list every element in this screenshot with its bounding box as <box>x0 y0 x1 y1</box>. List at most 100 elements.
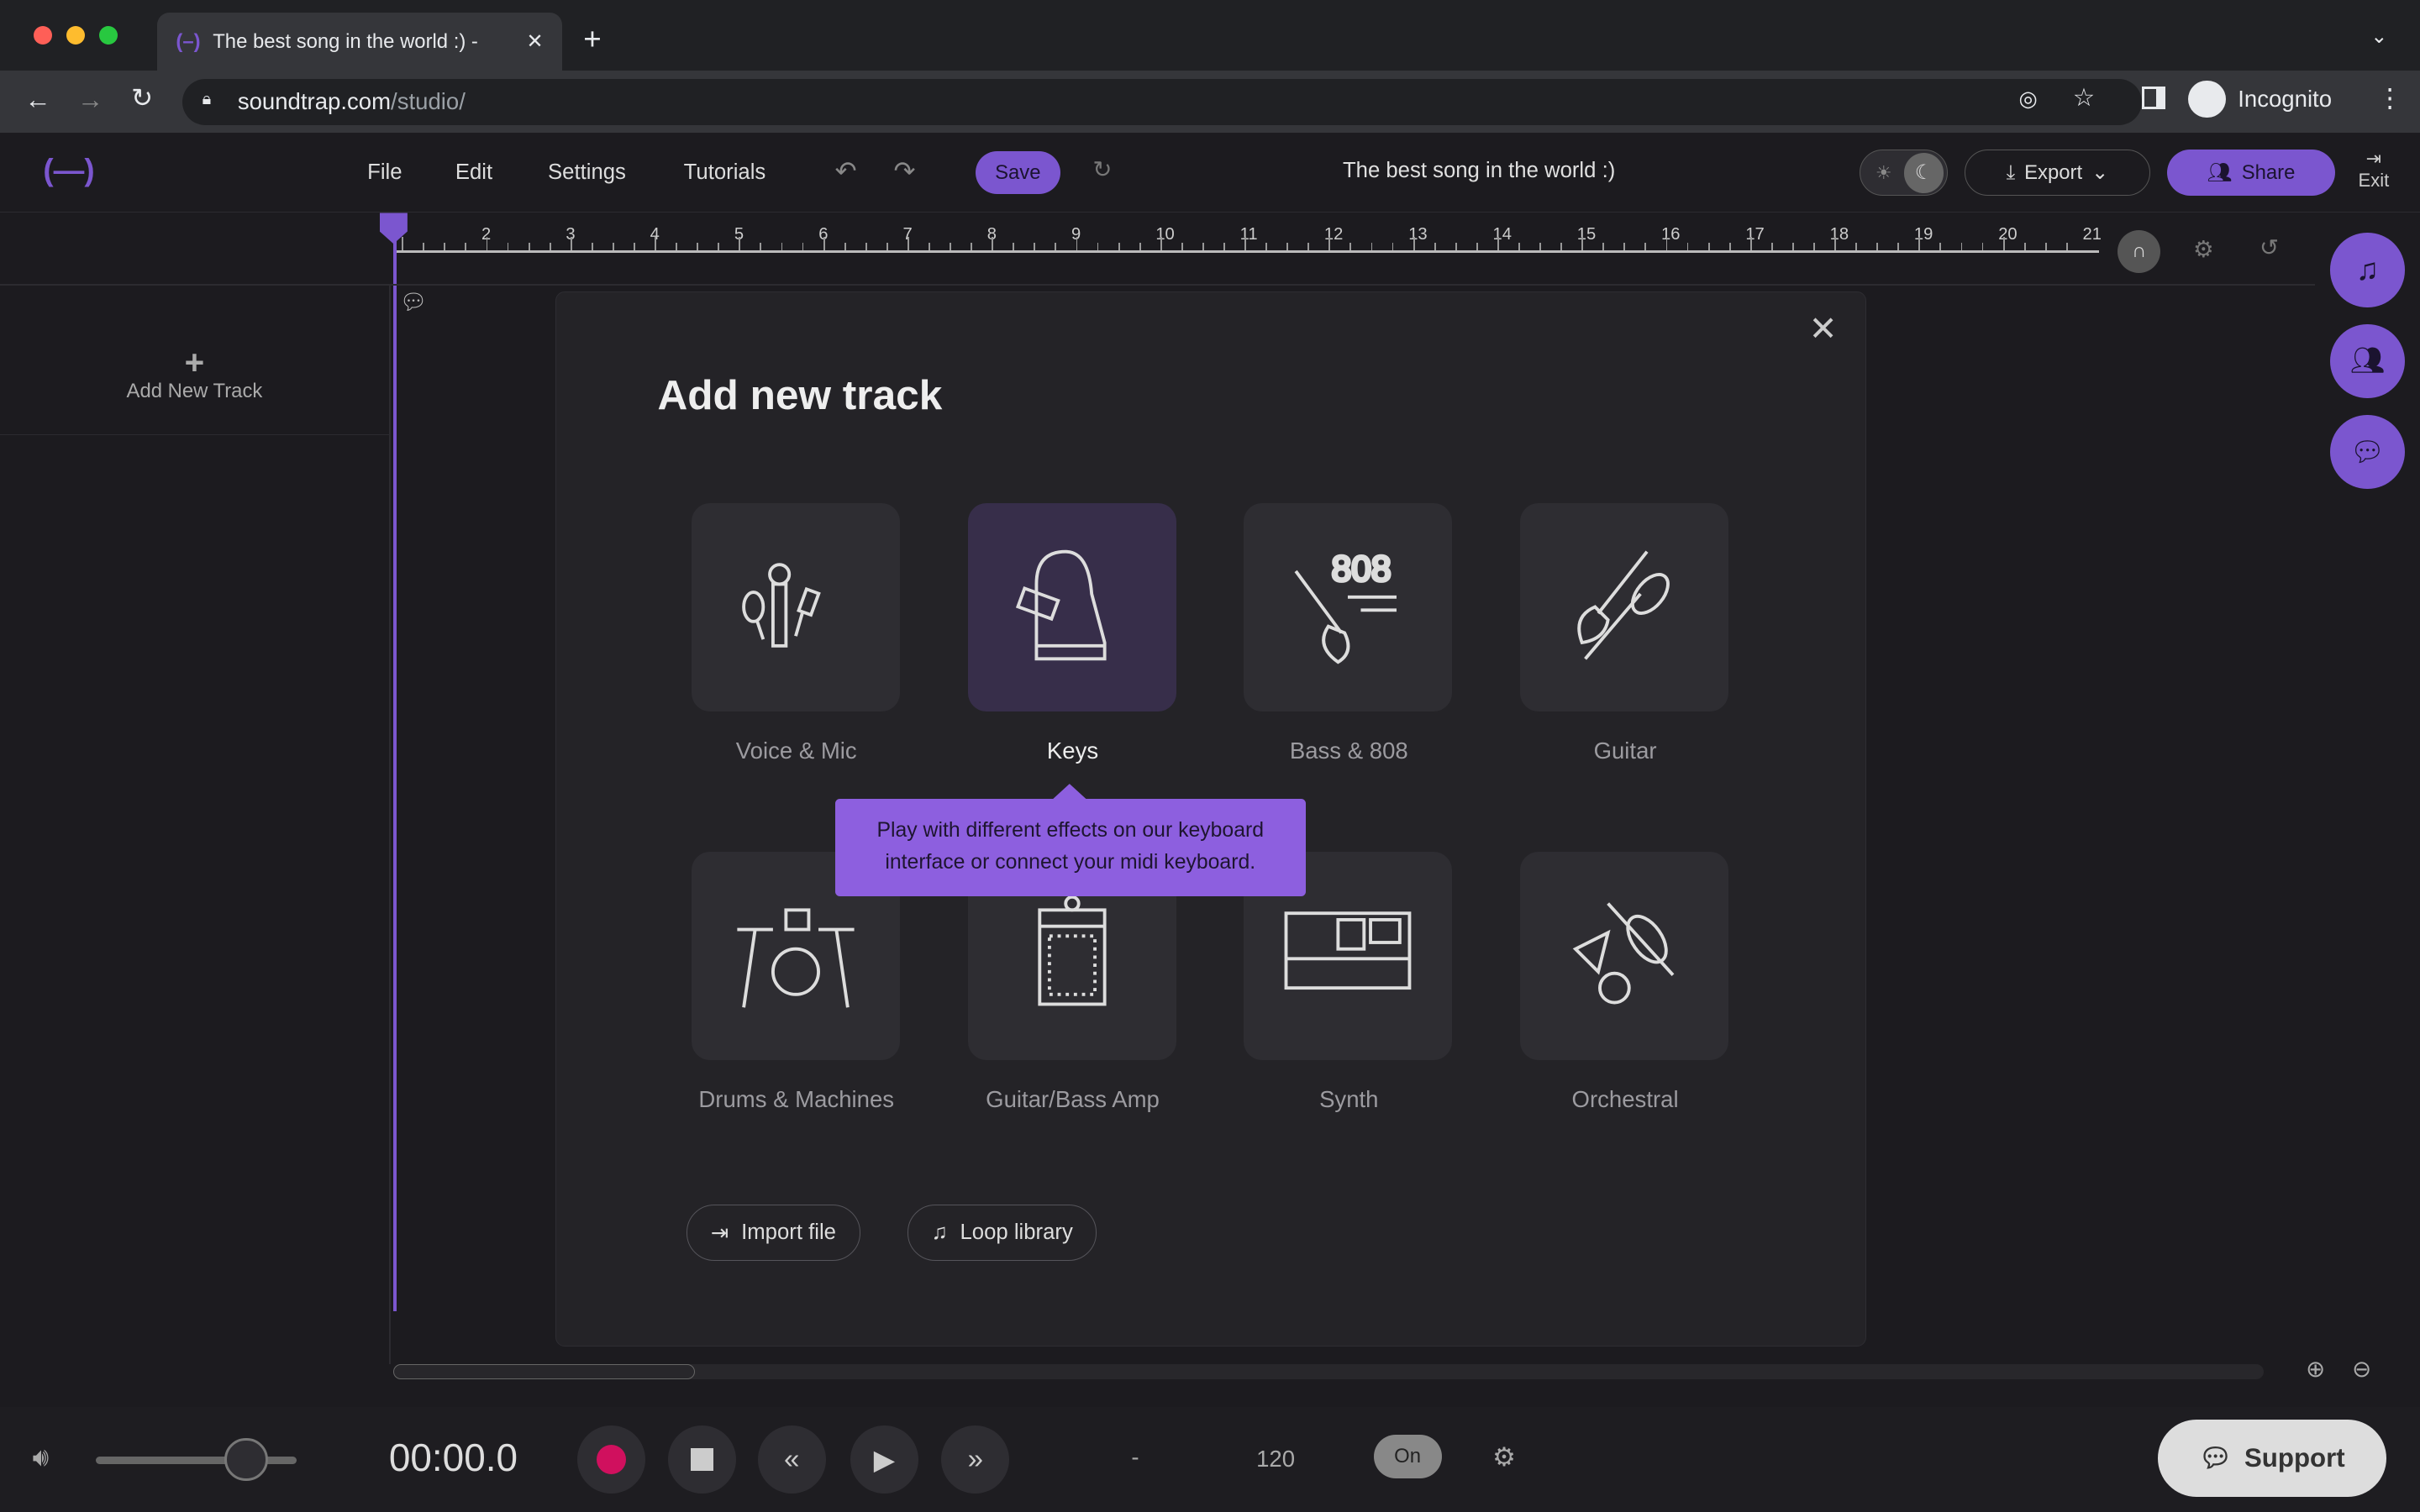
back-icon[interactable]: ← <box>24 85 50 115</box>
zoom-out-icon[interactable]: ⊖ <box>2352 1356 2371 1383</box>
browser-tab[interactable]: (–) The best song in the world :) - ✕ <box>157 12 562 71</box>
ruler-tick <box>1392 243 1394 251</box>
export-button[interactable]: ⤓ Export ⌄ <box>1965 150 2150 197</box>
piano-icon <box>1015 550 1107 661</box>
window-controls[interactable] <box>34 26 118 45</box>
horizontal-scrollbar[interactable] <box>393 1363 2265 1380</box>
eye-off-icon[interactable]: ◎ <box>2018 87 2037 112</box>
scrollbar-thumb[interactable] <box>393 1363 695 1380</box>
ruler-tick <box>634 243 635 251</box>
track-type-card[interactable] <box>691 502 900 711</box>
play-icon: ▶ <box>873 1444 896 1476</box>
zoom-in-icon[interactable]: ⊕ <box>2306 1356 2325 1383</box>
ruler-tick <box>1202 243 1204 251</box>
tab-search-chevron-icon[interactable]: ⌄ <box>2370 24 2387 49</box>
ruler-tick <box>2023 243 2026 251</box>
collaborators-button[interactable]: 👥︎ <box>2330 323 2405 398</box>
close-dialog-icon[interactable]: ✕ <box>1809 308 1838 349</box>
menu-settings[interactable]: Settings <box>548 160 626 185</box>
loop-icon[interactable]: ↺ <box>2260 234 2279 261</box>
exit-button[interactable]: ⇥ Exit <box>2359 148 2390 192</box>
transport-settings-icon[interactable]: ⚙ <box>1492 1442 1516 1473</box>
soundtrap-logo[interactable]: (—) <box>43 153 94 188</box>
track-type-label[interactable]: Drums & Machines <box>657 1086 935 1113</box>
incognito-profile[interactable]: Incognito <box>2188 80 2332 118</box>
metronome-toggle[interactable]: On <box>1373 1435 1442 1478</box>
ruler-bar-number: 10 <box>1155 225 1175 244</box>
ruler-tick <box>1034 243 1036 251</box>
track-type-card[interactable] <box>1520 502 1729 711</box>
tab-title: The best song in the world :) - <box>213 29 478 53</box>
forward-icon[interactable]: → <box>77 85 103 115</box>
add-new-track-button[interactable]: + Add New Track <box>0 327 389 435</box>
track-type-card[interactable] <box>1520 851 1729 1060</box>
menu-file[interactable]: File <box>367 160 402 185</box>
track-type-label[interactable]: Guitar/Bass Amp <box>934 1086 1212 1113</box>
volume-slider-handle[interactable] <box>224 1437 268 1482</box>
soundtrap-favicon-icon: (–) <box>176 29 201 53</box>
maximize-window-button[interactable] <box>98 26 118 45</box>
sidebar-icon[interactable] <box>2142 86 2165 110</box>
close-tab-icon[interactable]: ✕ <box>527 29 544 54</box>
ruler-tick <box>1328 236 1331 251</box>
rewind-icon: « <box>784 1443 800 1475</box>
track-type-label[interactable]: Guitar <box>1486 738 1765 764</box>
stop-icon <box>690 1447 714 1472</box>
ruler-tick <box>1244 236 1246 251</box>
ruler-tick <box>528 243 530 251</box>
track-type-label[interactable]: Voice & Mic <box>657 738 935 764</box>
save-button[interactable]: Save <box>975 150 1060 195</box>
track-type-card[interactable]: 808 <box>1244 502 1453 711</box>
undo-icon[interactable]: ↶ <box>835 156 857 186</box>
song-title[interactable]: The best song in the world :) <box>1343 159 1615 183</box>
track-type-card[interactable] <box>967 502 1176 711</box>
reload-icon[interactable]: ↻ <box>131 83 153 113</box>
ruler-tick <box>929 243 930 251</box>
timeline-ruler[interactable]: 2 3 4 5 6 7 8 9 10 11 12 13 14 15 16 17 18 19 20 21 <box>393 213 2102 254</box>
music-panel-button[interactable]: ♫ <box>2330 233 2405 307</box>
support-button[interactable]: 💬︎ Support <box>2157 1419 2386 1497</box>
close-window-button[interactable] <box>34 26 53 45</box>
rewind-button[interactable]: « <box>757 1425 826 1494</box>
ruler-tick <box>1686 243 1689 251</box>
lock-icon: 🔒︎ <box>202 89 212 108</box>
volume-icon[interactable]: 🔊︎ <box>33 1442 50 1473</box>
key-display[interactable]: - <box>1131 1444 1139 1471</box>
playhead-line <box>393 231 397 1312</box>
share-button[interactable]: 👥︎ Share <box>2166 150 2335 197</box>
record-button[interactable] <box>576 1425 645 1494</box>
ruler-tick <box>1939 243 1942 251</box>
track-type-label[interactable]: Keys <box>934 738 1212 764</box>
drums-icon <box>737 908 855 1008</box>
track-type-label[interactable]: Synth <box>1210 1086 1488 1113</box>
loop-library-button[interactable]: ♫ Loop library <box>907 1205 1097 1261</box>
track-type-label[interactable]: Orchestral <box>1486 1086 1765 1113</box>
url-field[interactable]: 🔒︎ soundtrap.com/studio/ <box>182 78 2143 125</box>
ruler-bar-number: 20 <box>1998 225 2018 244</box>
stop-button[interactable] <box>668 1425 737 1494</box>
play-button[interactable]: ▶ <box>850 1425 918 1494</box>
track-type-label[interactable]: Bass & 808 <box>1210 738 1488 764</box>
tempo-display[interactable]: 120 <box>1256 1446 1295 1473</box>
headphones-icon[interactable]: ∩ <box>2117 229 2161 274</box>
fast-forward-button[interactable]: » <box>941 1425 1010 1494</box>
minimize-window-button[interactable] <box>66 26 85 45</box>
redo-icon[interactable]: ↷ <box>893 156 915 186</box>
new-tab-button[interactable]: + <box>583 22 601 57</box>
add-comment-icon[interactable]: 💬︎ <box>400 290 428 315</box>
svg-text:808: 808 <box>1332 549 1392 590</box>
microphones-icon <box>742 563 821 648</box>
ruler-tick <box>1139 243 1141 251</box>
import-file-button[interactable]: ⇥ Import file <box>687 1205 860 1261</box>
browser-menu-icon[interactable]: ⋮ <box>2377 83 2403 113</box>
menu-tutorials[interactable]: Tutorials <box>684 160 766 185</box>
menu-edit[interactable]: Edit <box>455 160 492 185</box>
ruler-tick <box>1181 243 1183 251</box>
theme-toggle[interactable]: ☀ ☾ <box>1860 150 1948 197</box>
star-icon[interactable]: ☆ <box>2073 83 2095 113</box>
history-icon[interactable]: ↻ <box>1092 156 1112 183</box>
ruler-tick <box>1602 243 1605 251</box>
settings-gear-icon[interactable]: ⚙ <box>2193 236 2214 263</box>
chat-button[interactable]: 💬︎ <box>2330 415 2405 490</box>
chevron-down-icon: ⌄ <box>2091 161 2109 185</box>
